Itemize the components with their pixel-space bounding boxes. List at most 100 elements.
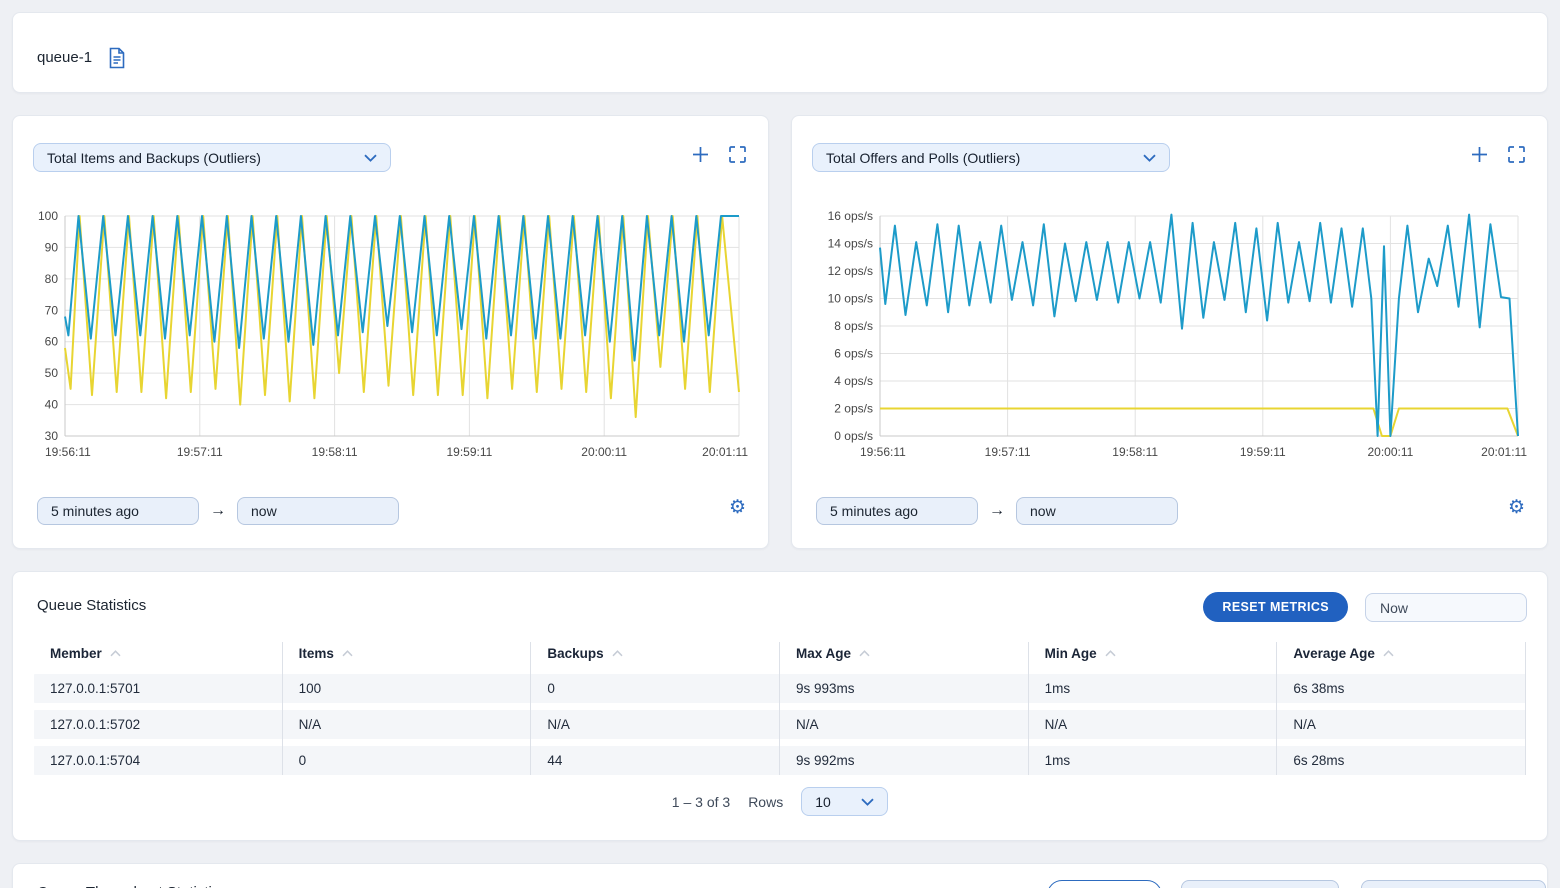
metric-select[interactable]: Total Items and Backups (Outliers) [33, 143, 391, 172]
table-cell: 44 [531, 753, 780, 768]
chevron-down-icon [861, 798, 874, 806]
table-cell: 9s 993ms [780, 681, 1029, 696]
arrow-right-icon: → [210, 502, 226, 520]
fullscreen-icon[interactable] [729, 146, 746, 163]
sort-caret-icon [1105, 650, 1116, 657]
svg-text:19:58:11: 19:58:11 [1112, 445, 1158, 459]
queue-header-card: queue-1 [12, 12, 1548, 93]
table-cell: 127.0.0.1:5702 [34, 717, 283, 732]
column-header-backups[interactable]: Backups [531, 646, 780, 661]
document-icon[interactable] [107, 47, 127, 69]
column-header-label: Backups [547, 646, 603, 661]
svg-text:14 ops/s: 14 ops/s [828, 237, 873, 251]
metrics-time-input[interactable] [1365, 593, 1527, 622]
chart-settings-gear-icon[interactable]: ⚙ [729, 498, 746, 517]
table-header-row: Member Items Backups Max Age Min Age Average … [34, 640, 1526, 666]
series-polls [880, 409, 1518, 437]
add-chart-icon[interactable] [1471, 146, 1488, 163]
table-cell: 100 [283, 681, 532, 696]
chart-settings-gear-icon[interactable]: ⚙ [1508, 498, 1525, 517]
table-pagination: 1 – 3 of 3 Rows 10 [13, 787, 1547, 816]
time-to-input[interactable] [1361, 880, 1546, 888]
svg-text:6 ops/s: 6 ops/s [834, 347, 873, 361]
reset-metrics-button[interactable]: RESET METRICS [1203, 592, 1348, 622]
column-header-label: Items [299, 646, 334, 661]
time-to-input[interactable] [1016, 497, 1178, 525]
table-cell: 127.0.0.1:5704 [34, 753, 283, 768]
metric-select-value: Total Offers and Polls (Outliers) [826, 150, 1020, 166]
svg-text:19:56:11: 19:56:11 [860, 445, 906, 459]
svg-text:20:00:11: 20:00:11 [581, 445, 627, 459]
add-chart-icon[interactable] [692, 146, 709, 163]
queue-statistics-table: Member Items Backups Max Age Min Age Average … [34, 640, 1526, 775]
svg-text:60: 60 [45, 335, 59, 349]
svg-text:19:58:11: 19:58:11 [312, 445, 358, 459]
table-cell: N/A [1029, 717, 1278, 732]
metric-select-value: Total Items and Backups (Outliers) [47, 150, 261, 166]
rows-per-page-value: 10 [815, 794, 831, 810]
series-offers [880, 215, 1518, 436]
time-from-input[interactable] [1181, 880, 1339, 888]
rows-per-page-select[interactable]: 10 [801, 787, 888, 816]
column-header-member[interactable]: Member [34, 646, 283, 661]
sort-caret-icon [110, 650, 121, 657]
pagination-range: 1 – 3 of 3 [672, 794, 730, 810]
table-row[interactable]: 127.0.0.1:5702N/AN/AN/AN/AN/A [34, 710, 1526, 739]
time-from-input[interactable] [37, 497, 199, 525]
column-header-label: Member [50, 646, 102, 661]
line-chart-items-backups: 3040506070809010019:56:1119:57:1119:58:1… [31, 208, 748, 460]
svg-text:80: 80 [45, 272, 59, 286]
sort-caret-icon [612, 650, 623, 657]
svg-text:19:59:11: 19:59:11 [446, 445, 492, 459]
metric-select[interactable]: Total Offers and Polls (Outliers) [812, 143, 1170, 172]
table-cell: N/A [1277, 717, 1526, 732]
svg-text:30: 30 [45, 429, 59, 443]
time-from-input[interactable] [816, 497, 978, 525]
fullscreen-icon[interactable] [1508, 146, 1525, 163]
chevron-down-icon [1143, 154, 1156, 162]
column-header-min-age[interactable]: Min Age [1029, 646, 1278, 661]
svg-text:19:56:11: 19:56:11 [45, 445, 91, 459]
reset-time-button[interactable]: RESET TIME [1047, 880, 1162, 888]
table-cell: N/A [283, 717, 532, 732]
svg-text:19:59:11: 19:59:11 [1240, 445, 1286, 459]
table-cell: 1ms [1029, 681, 1278, 696]
svg-text:19:57:11: 19:57:11 [985, 445, 1031, 459]
table-cell: 1ms [1029, 753, 1278, 768]
table-cell: N/A [531, 717, 780, 732]
svg-text:8 ops/s: 8 ops/s [834, 319, 873, 333]
column-header-label: Min Age [1045, 646, 1097, 661]
svg-text:20:01:11: 20:01:11 [702, 445, 748, 459]
svg-text:90: 90 [45, 240, 59, 254]
section-title: Queue Throughput Statistics [37, 884, 227, 888]
column-header-label: Max Age [796, 646, 851, 661]
column-header-items[interactable]: Items [283, 646, 532, 661]
column-header-max-age[interactable]: Max Age [780, 646, 1029, 661]
table-row[interactable]: 127.0.0.1:570110009s 993ms1ms6s 38ms [34, 674, 1526, 703]
table-cell: 0 [283, 753, 532, 768]
column-header-average-age[interactable]: Average Age [1277, 646, 1526, 661]
queue-throughput-section: Queue Throughput Statistics RESET TIME → [12, 863, 1548, 888]
queue-statistics-section: Queue Statistics RESET METRICS MemberIte… [12, 571, 1548, 841]
svg-text:10 ops/s: 10 ops/s [828, 292, 873, 306]
table-cell: 6s 38ms [1277, 681, 1526, 696]
svg-text:12 ops/s: 12 ops/s [828, 264, 873, 278]
arrow-right-icon: → [989, 502, 1005, 520]
sort-caret-icon [859, 650, 870, 657]
time-to-input[interactable] [237, 497, 399, 525]
svg-text:20:01:11: 20:01:11 [1481, 445, 1527, 459]
line-chart-offers-polls: 0 ops/s2 ops/s4 ops/s6 ops/s8 ops/s10 op… [810, 208, 1527, 460]
svg-text:100: 100 [38, 209, 58, 223]
sort-caret-icon [342, 650, 353, 657]
table-cell: 0 [531, 681, 780, 696]
svg-text:0 ops/s: 0 ops/s [834, 429, 873, 443]
svg-text:2 ops/s: 2 ops/s [834, 402, 873, 416]
table-row[interactable]: 127.0.0.1:57040449s 992ms1ms6s 28ms [34, 746, 1526, 775]
rows-per-page-label: Rows [748, 794, 783, 810]
svg-text:40: 40 [45, 398, 59, 412]
svg-text:16 ops/s: 16 ops/s [828, 209, 873, 223]
chevron-down-icon [364, 154, 377, 162]
column-header-label: Average Age [1293, 646, 1375, 661]
svg-text:19:57:11: 19:57:11 [177, 445, 223, 459]
series-total-items [65, 216, 739, 361]
